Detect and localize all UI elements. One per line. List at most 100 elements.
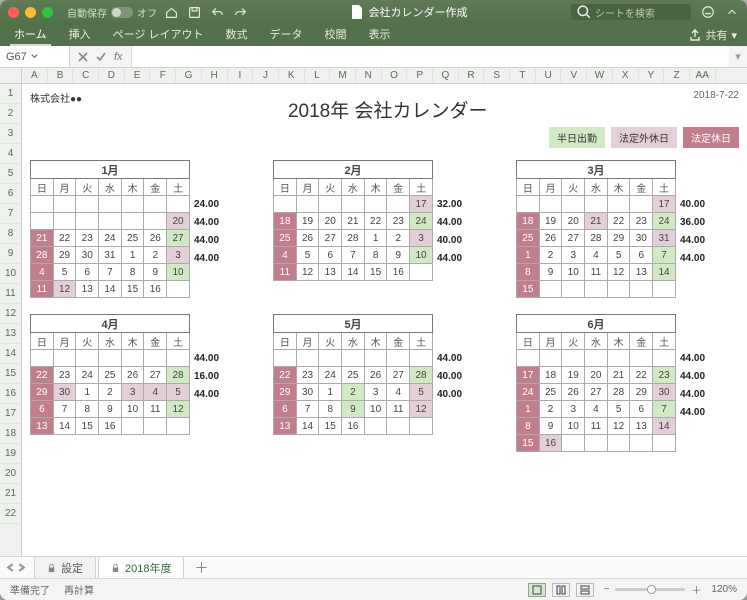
calendar-cell[interactable] bbox=[585, 196, 608, 213]
column-header[interactable]: P bbox=[407, 68, 433, 83]
calendar-cell[interactable]: 8 bbox=[76, 401, 99, 418]
view-page-layout-button[interactable] bbox=[552, 583, 570, 597]
calendar-cell[interactable]: 14 bbox=[296, 418, 319, 435]
calendar-cell[interactable]: 6 bbox=[319, 247, 342, 264]
calendar-cell[interactable]: 21 bbox=[585, 213, 608, 230]
calendar-cell[interactable]: 14 bbox=[653, 264, 676, 281]
save-icon[interactable] bbox=[188, 6, 201, 19]
calendar-cell[interactable]: 9 bbox=[387, 247, 410, 264]
calendar-cell[interactable] bbox=[585, 350, 608, 367]
calendar-cell[interactable]: 11 bbox=[274, 264, 297, 281]
fx-label[interactable]: fx bbox=[114, 51, 123, 63]
calendar-cell[interactable]: 2 bbox=[539, 247, 562, 264]
calendar-cell[interactable]: 29 bbox=[607, 230, 630, 247]
calendar-cell[interactable] bbox=[364, 350, 387, 367]
calendar-cell[interactable]: 31 bbox=[653, 230, 676, 247]
calendar-cell[interactable]: 11 bbox=[31, 281, 54, 298]
calendar-cell[interactable]: 12 bbox=[607, 264, 630, 281]
calendar-cell[interactable]: 9 bbox=[144, 264, 167, 281]
calendar-cell[interactable]: 13 bbox=[76, 281, 99, 298]
column-header[interactable]: C bbox=[73, 68, 99, 83]
calendar-cell[interactable]: 16 bbox=[387, 264, 410, 281]
autosave-switch[interactable] bbox=[111, 7, 133, 18]
calendar-cell[interactable] bbox=[121, 418, 144, 435]
calendar-cell[interactable]: 22 bbox=[31, 367, 54, 384]
calendar-cell[interactable]: 17 bbox=[653, 196, 676, 213]
calendar-cell[interactable]: 12 bbox=[167, 401, 190, 418]
calendar-cell[interactable]: 23 bbox=[296, 367, 319, 384]
calendar-cell[interactable]: 16 bbox=[342, 418, 365, 435]
column-header[interactable]: Z bbox=[664, 68, 690, 83]
sheet-prev-icon[interactable] bbox=[6, 563, 15, 572]
calendar-cell[interactable]: 8 bbox=[517, 264, 540, 281]
calendar-cell[interactable]: 7 bbox=[342, 247, 365, 264]
calendar-cell[interactable]: 11 bbox=[144, 401, 167, 418]
calendar-cell[interactable]: 30 bbox=[630, 230, 653, 247]
column-header[interactable]: Q bbox=[433, 68, 459, 83]
calendar-cell[interactable]: 20 bbox=[562, 213, 585, 230]
calendar-cell[interactable]: 23 bbox=[387, 213, 410, 230]
view-page-break-button[interactable] bbox=[576, 583, 594, 597]
calendar-cell[interactable] bbox=[144, 213, 167, 230]
calendar-cell[interactable] bbox=[387, 418, 410, 435]
calendar-cell[interactable]: 7 bbox=[653, 401, 676, 418]
calendar-cell[interactable] bbox=[630, 350, 653, 367]
calendar-cell[interactable] bbox=[167, 350, 190, 367]
calendar-cell[interactable]: 25 bbox=[121, 230, 144, 247]
calendar-cell[interactable] bbox=[607, 281, 630, 298]
tab-insert[interactable]: 挿入 bbox=[65, 24, 95, 46]
calendar-cell[interactable]: 19 bbox=[539, 213, 562, 230]
tab-page-layout[interactable]: ページ レイアウト bbox=[109, 24, 208, 46]
calendar-cell[interactable]: 9 bbox=[99, 401, 122, 418]
calendar-cell[interactable]: 22 bbox=[607, 213, 630, 230]
calendar-cell[interactable]: 8 bbox=[319, 401, 342, 418]
calendar-cell[interactable]: 4 bbox=[144, 384, 167, 401]
calendar-cell[interactable]: 20 bbox=[585, 367, 608, 384]
tab-review[interactable]: 校閲 bbox=[321, 24, 351, 46]
check-icon[interactable] bbox=[96, 52, 106, 62]
tab-home[interactable]: ホーム bbox=[10, 24, 51, 46]
calendar-cell[interactable]: 16 bbox=[539, 435, 562, 452]
calendar-cell[interactable] bbox=[99, 213, 122, 230]
calendar-cell[interactable]: 18 bbox=[274, 213, 297, 230]
calendar-cell[interactable]: 15 bbox=[121, 281, 144, 298]
calendar-cell[interactable]: 26 bbox=[364, 367, 387, 384]
calendar-cell[interactable] bbox=[121, 350, 144, 367]
home-icon[interactable] bbox=[165, 6, 178, 19]
calendar-cell[interactable]: 2 bbox=[539, 401, 562, 418]
calendar-cell[interactable] bbox=[607, 350, 630, 367]
minimize-window-button[interactable] bbox=[25, 7, 36, 18]
calendar-cell[interactable]: 8 bbox=[517, 418, 540, 435]
calendar-cell[interactable]: 24 bbox=[517, 384, 540, 401]
calendar-cell[interactable]: 26 bbox=[539, 230, 562, 247]
calendar-cell[interactable] bbox=[539, 281, 562, 298]
row-header[interactable]: 6 bbox=[0, 184, 21, 204]
calendar-cell[interactable] bbox=[342, 196, 365, 213]
calendar-cell[interactable]: 30 bbox=[653, 384, 676, 401]
calendar-cell[interactable]: 13 bbox=[319, 264, 342, 281]
calendar-cell[interactable]: 15 bbox=[364, 264, 387, 281]
calendar-cell[interactable]: 14 bbox=[342, 264, 365, 281]
column-header[interactable]: AA bbox=[690, 68, 716, 83]
calendar-cell[interactable]: 12 bbox=[410, 401, 433, 418]
calendar-cell[interactable] bbox=[121, 213, 144, 230]
calendar-cell[interactable]: 24 bbox=[410, 213, 433, 230]
add-sheet-button[interactable]: ＋ bbox=[186, 558, 216, 578]
calendar-cell[interactable]: 8 bbox=[364, 247, 387, 264]
calendar-cell[interactable] bbox=[607, 196, 630, 213]
column-header[interactable]: B bbox=[48, 68, 74, 83]
row-header[interactable]: 7 bbox=[0, 204, 21, 224]
calendar-cell[interactable] bbox=[387, 350, 410, 367]
calendar-cell[interactable]: 4 bbox=[585, 401, 608, 418]
calendar-cell[interactable]: 5 bbox=[607, 247, 630, 264]
calendar-cell[interactable]: 1 bbox=[319, 384, 342, 401]
calendar-cell[interactable]: 28 bbox=[585, 230, 608, 247]
calendar-cell[interactable]: 27 bbox=[585, 384, 608, 401]
calendar-cell[interactable]: 4 bbox=[274, 247, 297, 264]
calendar-cell[interactable]: 10 bbox=[167, 264, 190, 281]
calendar-cell[interactable]: 28 bbox=[410, 367, 433, 384]
calendar-cell[interactable]: 11 bbox=[387, 401, 410, 418]
column-header[interactable]: M bbox=[330, 68, 356, 83]
calendar-cell[interactable] bbox=[562, 435, 585, 452]
calendar-cell[interactable]: 6 bbox=[76, 264, 99, 281]
